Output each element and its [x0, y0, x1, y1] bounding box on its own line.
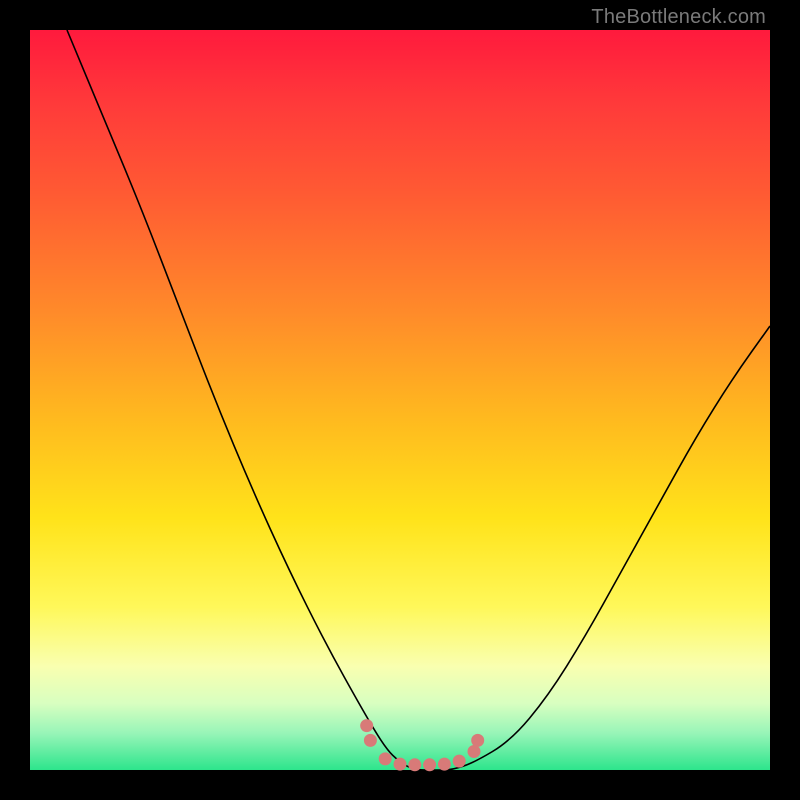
optimal-marker [468, 745, 481, 758]
bottleneck-curve [67, 30, 770, 770]
optimal-marker [438, 758, 451, 771]
curve-svg [30, 30, 770, 770]
watermark-text: TheBottleneck.com [591, 6, 766, 29]
chart-frame: TheBottleneck.com [0, 0, 800, 800]
optimal-markers [360, 719, 484, 771]
optimal-marker [471, 734, 484, 747]
plot-area [30, 30, 770, 770]
optimal-marker [379, 752, 392, 765]
optimal-marker [423, 758, 436, 771]
optimal-marker [394, 758, 407, 771]
optimal-marker [408, 758, 421, 771]
optimal-marker [453, 755, 466, 768]
optimal-marker [360, 719, 373, 732]
optimal-marker [364, 734, 377, 747]
